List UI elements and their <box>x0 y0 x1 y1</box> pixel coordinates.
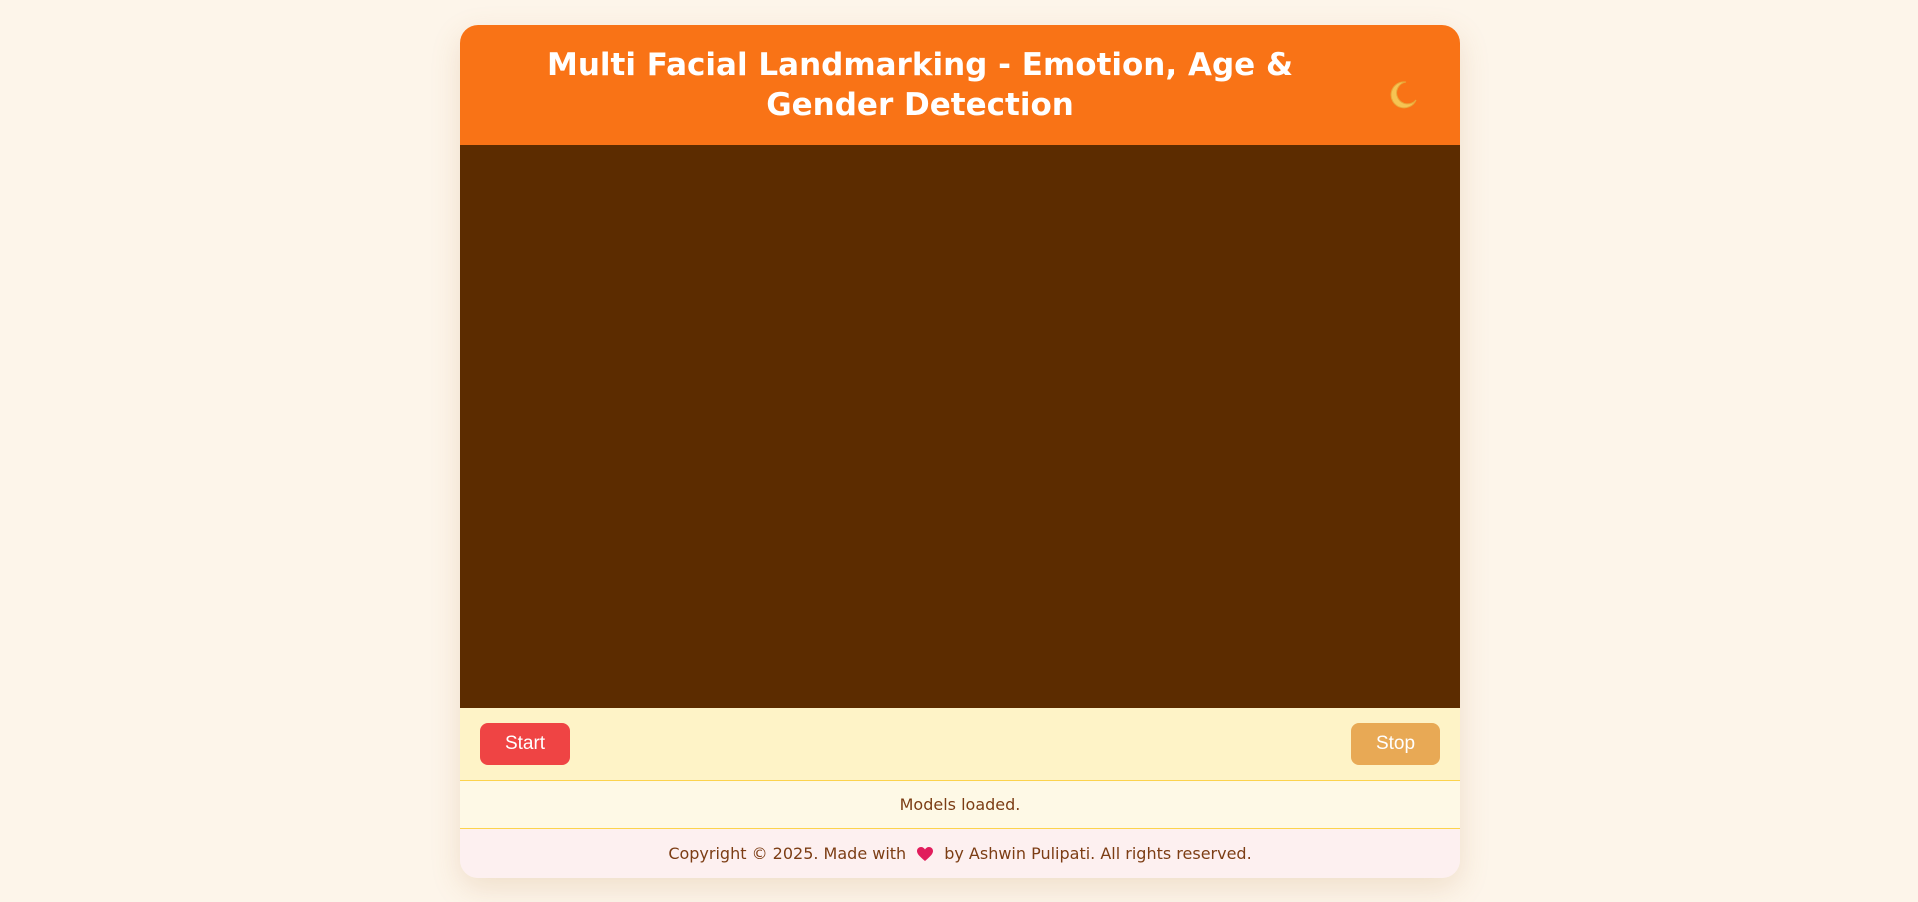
status-message: Models loaded. <box>460 781 1460 829</box>
controls-bar: Start Stop <box>460 708 1460 781</box>
footer: Copyright © 2025. Made with by Ashwin Pu… <box>460 829 1460 878</box>
stop-button[interactable]: Stop <box>1351 723 1440 765</box>
theme-toggle-button[interactable] <box>1386 78 1420 112</box>
footer-author-text: by Ashwin Pulipati. All rights reserved. <box>944 844 1252 863</box>
heart-icon <box>916 846 934 862</box>
footer-copyright-text: Copyright © 2025. Made with <box>668 844 907 863</box>
app-card: Multi Facial Landmarking - Emotion, Age … <box>460 25 1460 878</box>
app-header: Multi Facial Landmarking - Emotion, Age … <box>460 25 1460 145</box>
moon-icon <box>1390 81 1417 109</box>
page-title: Multi Facial Landmarking - Emotion, Age … <box>547 47 1293 123</box>
start-button[interactable]: Start <box>480 723 570 765</box>
video-feed <box>460 145 1460 708</box>
